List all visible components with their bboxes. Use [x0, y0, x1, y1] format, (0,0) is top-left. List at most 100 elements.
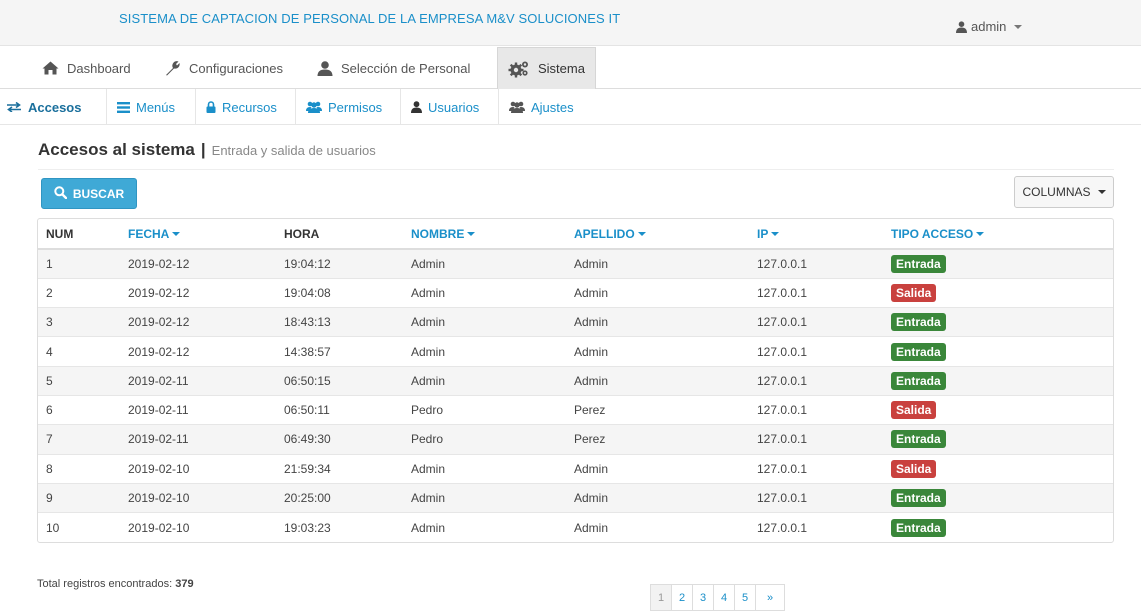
cell-nombre: Pedro: [403, 394, 566, 425]
columns-button-label: COLUMNAS: [1022, 185, 1091, 199]
cell-nombre: Admin: [403, 482, 566, 513]
access-type-badge: Entrada: [891, 371, 946, 390]
total-count: 379: [175, 578, 194, 590]
cell-tipo: Salida: [883, 394, 1113, 425]
cell-num: 1: [38, 248, 120, 279]
cell-nombre: Admin: [403, 336, 566, 367]
tab-label: Sistema: [538, 61, 585, 76]
cell-tipo: Salida: [883, 453, 1113, 484]
tab-sistema[interactable]: Sistema: [497, 47, 596, 89]
list-icon: [117, 101, 130, 113]
table-row: 2 2019-02-12 19:04:08 Admin Admin 127.0.0.1 Sa…: [38, 277, 1113, 308]
tab-label: Configuraciones: [189, 60, 283, 76]
cell-ip: 127.0.0.1: [749, 482, 883, 513]
cell-tipo: Entrada: [883, 512, 1113, 542]
subtab-menus[interactable]: Menús: [107, 89, 196, 125]
column-header-num: NUM: [38, 219, 120, 250]
table-row: 5 2019-02-11 06:50:15 Admin Admin 127.0.0.1 En…: [38, 365, 1113, 396]
search-button[interactable]: BUSCAR: [41, 178, 137, 209]
subtab-accesos[interactable]: Accesos: [0, 89, 107, 125]
tab-dashboard[interactable]: Dashboard: [32, 47, 141, 89]
subtab-recursos[interactable]: Recursos: [196, 89, 296, 125]
cell-nombre: Admin: [403, 307, 566, 337]
cell-ip: 127.0.0.1: [749, 512, 883, 542]
main-nav: Dashboard Configuraciones Selección de P…: [0, 47, 1141, 89]
tab-configuraciones[interactable]: Configuraciones: [154, 47, 293, 89]
table-row: 8 2019-02-10 21:59:34 Admin Admin 127.0.0.1 Sa…: [38, 453, 1113, 484]
cell-tipo: Entrada: [883, 424, 1113, 455]
subtab-label: Recursos: [222, 99, 277, 115]
pagination: 1 2 3 4 5 »: [650, 584, 785, 611]
cell-ip: 127.0.0.1: [749, 248, 883, 279]
access-type-badge: Entrada: [891, 254, 946, 273]
cell-fecha: 2019-02-10: [120, 512, 276, 542]
user-name: admin: [971, 19, 1007, 34]
cell-num: 9: [38, 482, 120, 513]
cell-apellido: Perez: [566, 394, 749, 425]
table-row: 6 2019-02-11 06:50:11 Pedro Perez 127.0.0.1 Sa…: [38, 394, 1113, 425]
cell-num: 10: [38, 512, 120, 542]
cell-fecha: 2019-02-12: [120, 277, 276, 308]
access-type-badge: Entrada: [891, 489, 946, 508]
cell-fecha: 2019-02-11: [120, 394, 276, 425]
columns-dropdown-button[interactable]: COLUMNAS: [1014, 176, 1114, 208]
access-table: NUM FECHA HORA NOMBRE APELLIDO IP TIPO A…: [37, 218, 1114, 543]
cell-hora: 19:04:12: [276, 248, 403, 279]
next-page-button[interactable]: »: [755, 584, 785, 611]
access-type-badge: Entrada: [891, 430, 946, 449]
wrench-icon: [164, 60, 181, 76]
chevron-down-icon: [1014, 24, 1023, 29]
cell-fecha: 2019-02-11: [120, 365, 276, 396]
user-menu[interactable]: admin: [956, 19, 1023, 34]
page-link-3[interactable]: 3: [692, 584, 714, 611]
cell-tipo: Entrada: [883, 336, 1113, 367]
subtab-label: Menús: [136, 99, 176, 115]
cell-hora: 06:50:11: [276, 394, 403, 425]
column-header-tipo-acceso[interactable]: TIPO ACCESO: [883, 219, 1113, 250]
cell-ip: 127.0.0.1: [749, 453, 883, 484]
page-link-5[interactable]: 5: [734, 584, 756, 611]
page-title: Accesos al sistema: [38, 140, 195, 159]
access-type-badge: Salida: [891, 401, 937, 420]
cell-apellido: Admin: [566, 453, 749, 484]
tab-seleccion-personal[interactable]: Selección de Personal: [307, 47, 480, 89]
column-header-hora: HORA: [276, 219, 403, 250]
subtab-label: Ajustes: [531, 99, 574, 115]
cell-hora: 20:25:00: [276, 482, 403, 513]
subtab-usuarios[interactable]: Usuarios: [401, 89, 499, 125]
lock-icon: [206, 101, 216, 113]
page-link-4[interactable]: 4: [713, 584, 735, 611]
column-header-nombre[interactable]: NOMBRE: [403, 219, 566, 250]
column-header-fecha[interactable]: FECHA: [120, 219, 276, 250]
table-row: 1 2019-02-12 19:04:12 Admin Admin 127.0.0.1 En…: [38, 248, 1113, 279]
subtab-ajustes[interactable]: Ajustes: [499, 89, 595, 125]
cell-num: 2: [38, 277, 120, 308]
exchange-icon: [6, 102, 22, 112]
app-title: SISTEMA DE CAPTACION DE PERSONAL DE LA E…: [119, 11, 621, 26]
sort-caret-icon: [172, 232, 181, 237]
cell-num: 5: [38, 365, 120, 396]
cell-nombre: Admin: [403, 248, 566, 279]
subtab-label: Usuarios: [428, 99, 480, 115]
cell-fecha: 2019-02-12: [120, 248, 276, 279]
page-subtitle: Entrada y salida de usuarios: [211, 143, 376, 158]
user-icon: [411, 101, 422, 113]
tab-label: Dashboard: [67, 60, 131, 76]
users-icon: [306, 101, 322, 113]
heading-divider: [38, 169, 1114, 170]
cell-hora: 06:50:15: [276, 365, 403, 396]
cell-fecha: 2019-02-10: [120, 453, 276, 484]
home-icon: [42, 61, 59, 75]
cell-tipo: Entrada: [883, 307, 1113, 337]
search-button-label: BUSCAR: [72, 186, 125, 201]
total-records: Total registros encontrados: 379: [37, 578, 194, 590]
subtab-permisos[interactable]: Permisos: [296, 89, 401, 125]
cell-apellido: Admin: [566, 336, 749, 367]
chevron-down-icon: [1097, 190, 1106, 194]
cell-hora: 19:04:08: [276, 277, 403, 308]
page-link-1[interactable]: 1: [650, 584, 672, 611]
column-header-ip[interactable]: IP: [749, 219, 883, 250]
column-header-apellido[interactable]: APELLIDO: [566, 219, 749, 250]
table-row: 10 2019-02-10 19:03:23 Admin Admin 127.0.0.1 E…: [38, 512, 1113, 542]
page-link-2[interactable]: 2: [671, 584, 693, 611]
